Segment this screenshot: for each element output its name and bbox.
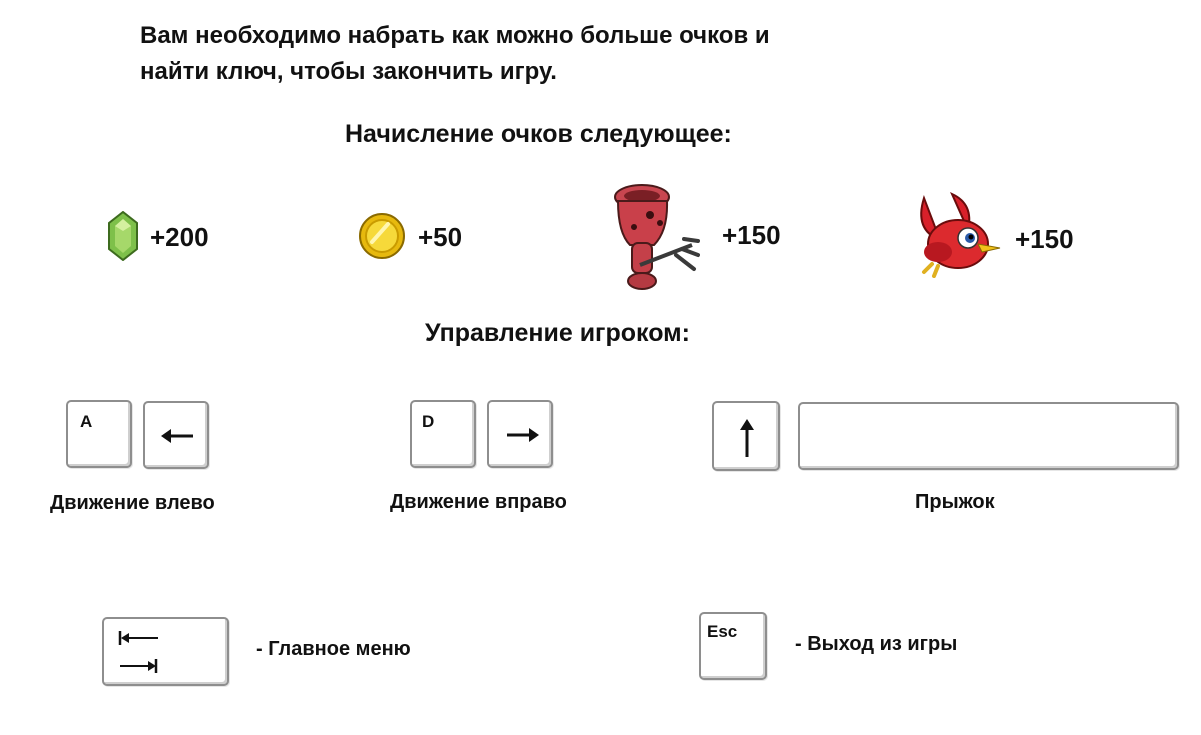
arrow-up-icon <box>740 419 754 457</box>
gem-points: +200 <box>150 222 209 252</box>
move-right-label: Движение вправо <box>390 491 567 513</box>
d-key: D <box>410 400 476 468</box>
d-key-label: D <box>422 412 435 431</box>
red-bird-icon <box>920 191 1001 278</box>
bird-points: +150 <box>1015 224 1074 254</box>
arrow-right-icon <box>507 428 539 442</box>
right-arrow-key <box>487 400 553 468</box>
esc-key-label: Esc <box>707 622 738 641</box>
controls-heading: Управление игроком: <box>425 319 690 347</box>
exit-game-label: - Выход из игры <box>795 633 958 655</box>
scoring-heading: Начисление очков следующее: <box>345 120 732 148</box>
coin-points: +50 <box>418 222 463 252</box>
intro-line-2: найти ключ, чтобы закончить игру. <box>140 58 557 85</box>
spacebar-key <box>798 402 1179 470</box>
red-trident-monster-icon <box>614 184 700 290</box>
tab-key <box>102 617 229 686</box>
main-menu-label: - Главное меню <box>256 638 411 660</box>
intro-line-1: Вам необходимо набрать как можно больше … <box>140 22 770 49</box>
green-gem-icon <box>108 211 138 261</box>
left-arrow-key <box>143 401 209 469</box>
a-key-label: A <box>80 412 93 431</box>
gold-coin-icon <box>359 213 405 259</box>
move-left-label: Движение влево <box>50 492 215 514</box>
jump-label: Прыжок <box>915 491 995 513</box>
arrow-left-icon <box>161 429 193 443</box>
esc-key: Esc <box>699 612 767 680</box>
up-arrow-key <box>712 401 780 471</box>
a-key: A <box>66 400 132 468</box>
monster-points: +150 <box>722 220 781 250</box>
intro-text: Вам необходимо набрать как можно больше … <box>140 18 940 90</box>
tab-key-icon <box>118 631 158 673</box>
